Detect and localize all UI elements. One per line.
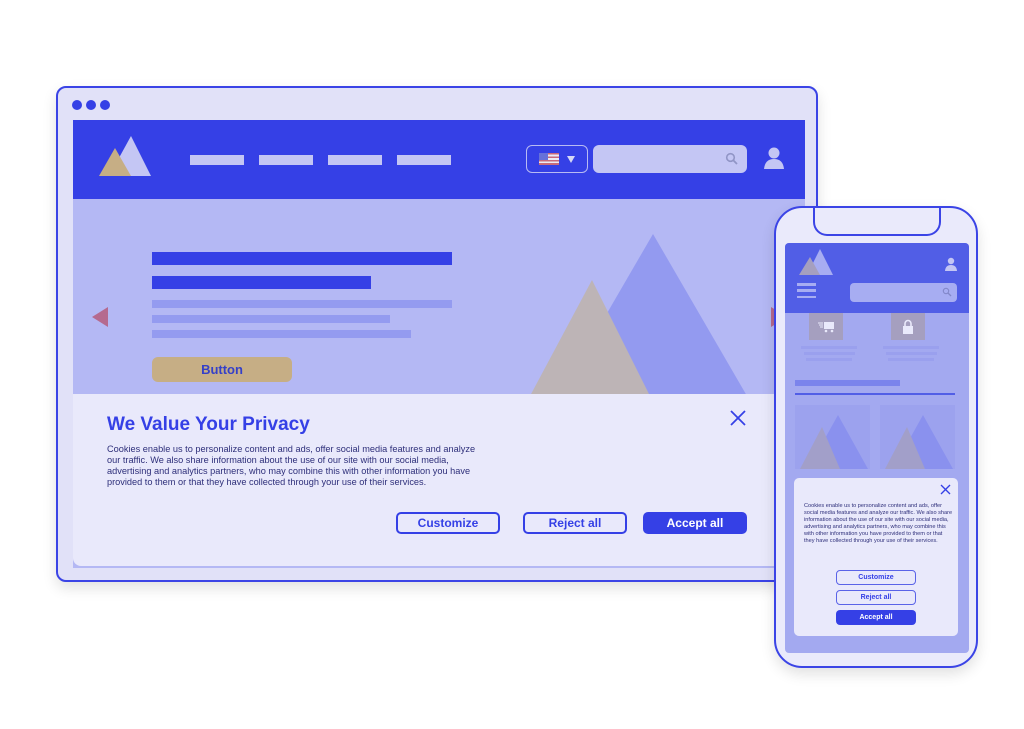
nav-item[interactable]	[397, 155, 451, 165]
hamburger-icon[interactable]	[797, 283, 816, 298]
search-input[interactable]	[593, 145, 747, 173]
mountains-illustration	[800, 415, 868, 469]
hero-button[interactable]: Button	[152, 357, 292, 382]
us-flag-icon	[539, 153, 559, 165]
user-icon[interactable]	[944, 257, 958, 271]
mountains-illustration	[530, 234, 747, 396]
search-input[interactable]	[850, 283, 957, 302]
cookie-title: We Value Your Privacy	[107, 414, 310, 435]
search-icon[interactable]	[942, 287, 952, 297]
section-divider	[795, 393, 955, 395]
cookie-banner-mobile: Cookies enable us to personalize content…	[794, 478, 958, 636]
feature-text-line	[886, 352, 937, 355]
phone-device: Cookies enable us to personalize content…	[774, 206, 978, 668]
browser-window: Button We Value Your Privacy Cookies ena…	[56, 86, 818, 582]
customize-button[interactable]: Customize	[836, 570, 916, 585]
section-heading-line	[795, 380, 900, 386]
nav-item[interactable]	[190, 155, 244, 165]
mountain-logo[interactable]	[798, 249, 834, 277]
cookie-text: Cookies enable us to personalize content…	[107, 444, 476, 487]
hero-text-line	[152, 315, 390, 323]
product-thumbnail[interactable]	[880, 405, 955, 469]
phone-header	[785, 243, 969, 313]
browser-viewport: Button We Value Your Privacy Cookies ena…	[73, 120, 805, 568]
customize-button[interactable]: Customize	[396, 512, 500, 534]
nav-item[interactable]	[328, 155, 382, 165]
close-icon[interactable]	[729, 409, 747, 427]
feature-text-line	[888, 358, 934, 361]
nav-item[interactable]	[259, 155, 313, 165]
mountain-logo[interactable]	[97, 136, 151, 178]
feature-delivery	[809, 313, 843, 340]
hero-heading-line	[152, 252, 452, 265]
user-icon[interactable]	[763, 146, 785, 170]
feature-text-line	[804, 352, 855, 355]
window-dot[interactable]	[100, 100, 110, 110]
feature-text-line	[806, 358, 852, 361]
hero-text-line	[152, 330, 411, 338]
feature-security	[891, 313, 925, 340]
reject-all-button[interactable]: Reject all	[523, 512, 627, 534]
lock-icon	[903, 319, 913, 334]
accept-all-button[interactable]: Accept all	[836, 610, 916, 625]
site-header	[73, 120, 805, 199]
caret-down-icon	[567, 155, 575, 163]
close-icon[interactable]	[940, 484, 951, 495]
window-dot[interactable]	[86, 100, 96, 110]
language-selector[interactable]	[526, 145, 588, 173]
cookie-text: Cookies enable us to personalize content…	[804, 503, 953, 544]
feature-text-line	[883, 346, 939, 349]
accept-all-button[interactable]: Accept all	[643, 512, 747, 534]
phone-screen: Cookies enable us to personalize content…	[785, 243, 969, 653]
mountains-illustration	[885, 415, 953, 469]
phone-notch	[813, 208, 941, 236]
window-controls	[72, 100, 110, 110]
product-thumbnail[interactable]	[795, 405, 870, 469]
cookie-banner: We Value Your Privacy Cookies enable us …	[73, 394, 805, 566]
main-nav	[190, 155, 451, 165]
hero-text-line	[152, 300, 452, 308]
arrow-left-icon[interactable]	[92, 307, 108, 327]
hero-heading-line	[152, 276, 371, 289]
window-dot[interactable]	[72, 100, 82, 110]
reject-all-button[interactable]: Reject all	[836, 590, 916, 605]
search-icon[interactable]	[725, 152, 739, 166]
feature-text-line	[801, 346, 857, 349]
delivery-truck-icon	[818, 321, 834, 332]
